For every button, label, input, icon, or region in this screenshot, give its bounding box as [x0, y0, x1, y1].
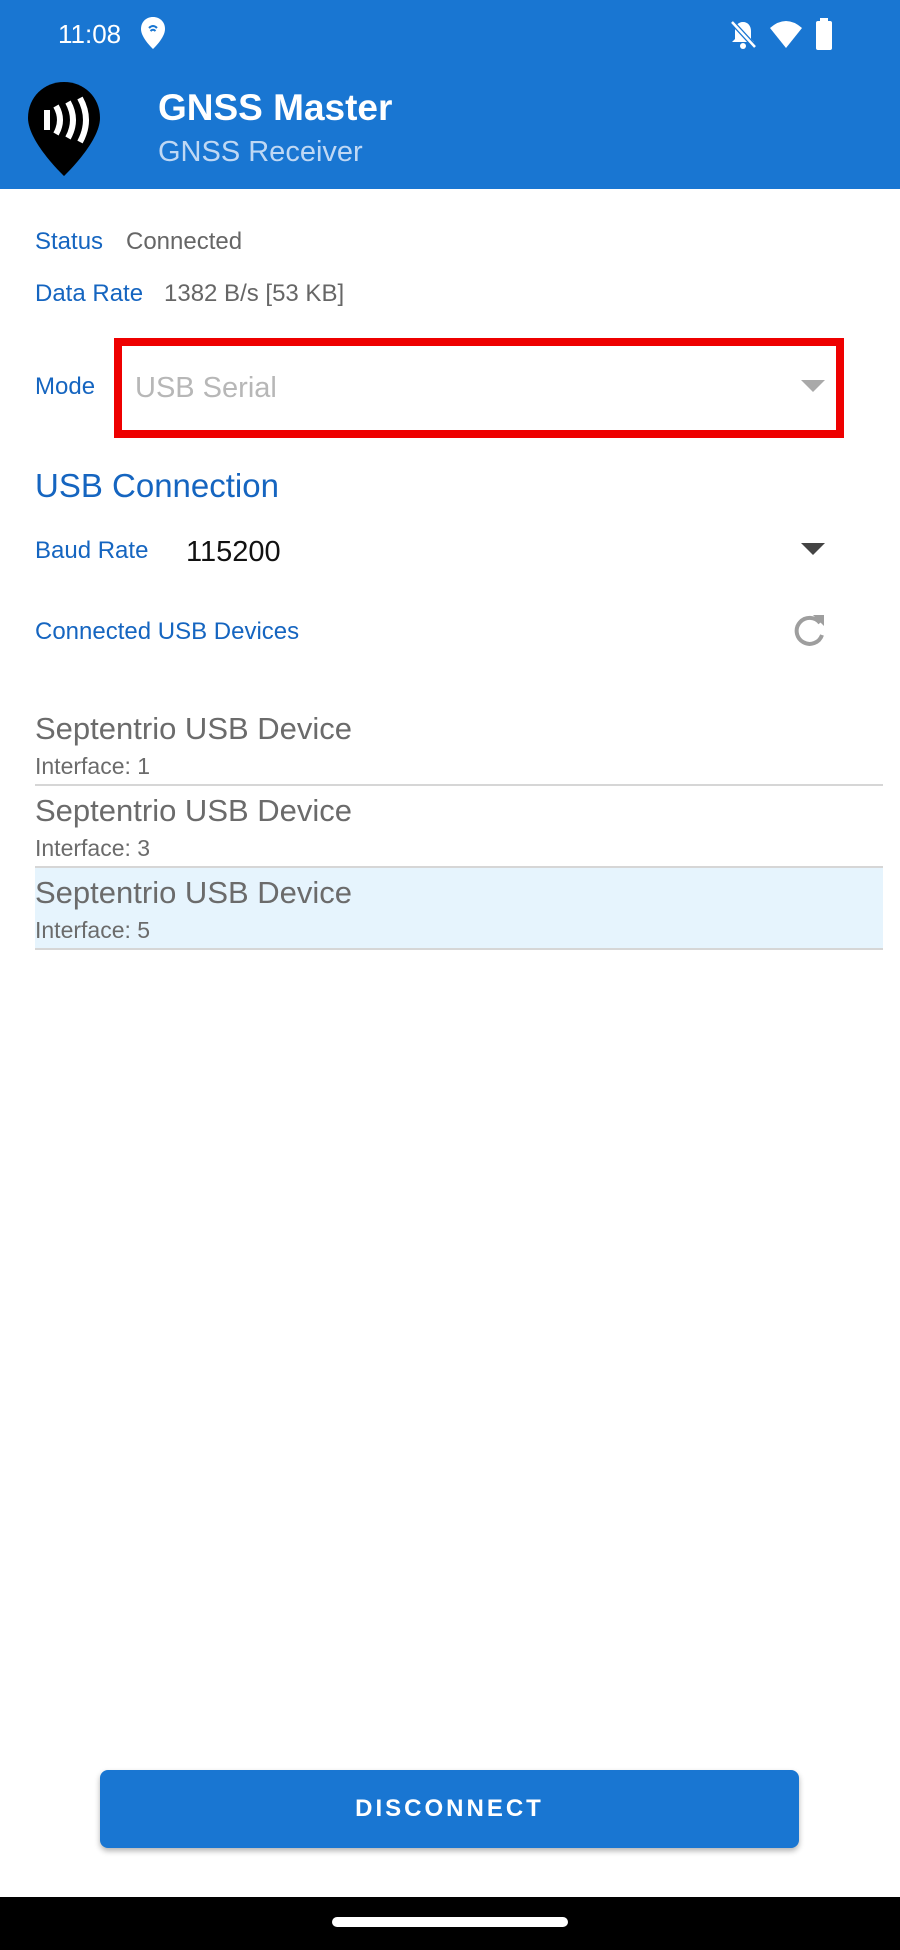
status-time: 11:08	[58, 19, 122, 49]
disconnect-button[interactable]: DISCONNECT	[100, 1770, 799, 1848]
connected-devices-label: Connected USB Devices	[35, 618, 300, 645]
app-title: GNSS Master	[158, 87, 393, 128]
battery-icon	[816, 18, 832, 50]
baud-rate-value: 115200	[186, 536, 281, 568]
baud-rate-label: Baud Rate	[35, 537, 149, 564]
dropdown-arrow-icon	[801, 543, 825, 555]
data-rate-label: Data Rate	[35, 280, 144, 307]
list-item[interactable]: Septentrio USB Device Interface: 1	[35, 704, 883, 786]
notifications-off-icon	[730, 20, 757, 49]
device-interface: Interface: 1	[35, 753, 151, 779]
mode-selected-value: USB Serial	[135, 372, 277, 404]
dropdown-arrow-icon	[801, 380, 825, 392]
location-pin-icon	[141, 17, 165, 49]
list-item-selected[interactable]: Septentrio USB Device Interface: 5	[35, 868, 883, 950]
app-bar	[0, 0, 900, 189]
data-rate-value: 1382 B/s [53 KB]	[164, 280, 345, 307]
mode-label: Mode	[35, 373, 96, 400]
device-name: Septentrio USB Device	[35, 711, 353, 746]
usb-connection-title: USB Connection	[35, 467, 279, 504]
device-interface: Interface: 5	[35, 917, 151, 943]
wifi-icon	[770, 21, 802, 48]
refresh-icon[interactable]	[789, 611, 829, 651]
app-subtitle: GNSS Receiver	[158, 136, 363, 168]
status-value: Connected	[126, 228, 243, 255]
device-interface: Interface: 3	[35, 835, 151, 861]
status-label: Status	[35, 228, 104, 255]
device-name: Septentrio USB Device	[35, 793, 353, 828]
device-name: Septentrio USB Device	[35, 875, 353, 910]
gnss-master-logo-icon	[28, 82, 100, 176]
home-gesture-handle[interactable]	[332, 1917, 568, 1927]
list-item[interactable]: Septentrio USB Device Interface: 3	[35, 786, 883, 868]
